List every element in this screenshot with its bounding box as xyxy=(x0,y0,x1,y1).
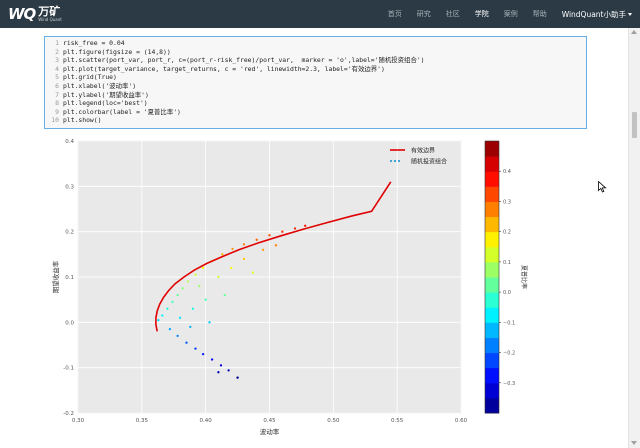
colorbar-segment xyxy=(485,337,499,354)
scatter-point xyxy=(204,298,207,301)
scrollbar-thumb[interactable] xyxy=(632,112,637,138)
vertical-scrollbar[interactable] xyxy=(628,28,640,448)
legend-point-swatch xyxy=(397,159,401,163)
scatter-point xyxy=(217,371,220,374)
colorbar-segment xyxy=(485,171,499,187)
colorbar-segment xyxy=(485,292,499,308)
colorbar-tick-label: −0.3 xyxy=(503,381,515,387)
colorbar-label: 夏普比率 xyxy=(520,265,528,289)
colorbar-tick-label: 0.2 xyxy=(503,230,511,236)
scatter-point xyxy=(194,347,197,350)
y-tick-label: -0.1 xyxy=(63,366,74,372)
legend-point-swatch xyxy=(393,159,397,163)
legend-point-swatch xyxy=(389,159,393,163)
y-tick-label: 0.1 xyxy=(65,275,74,281)
y-tick-label: -0.2 xyxy=(63,411,74,417)
colorbar-segment xyxy=(485,156,499,172)
colorbar-segment xyxy=(485,367,499,384)
colorbar-segment xyxy=(485,322,499,338)
scatter-point xyxy=(242,257,246,261)
scatter-point xyxy=(293,227,297,230)
colorbar-segment xyxy=(485,186,499,202)
colorbar-tick-label: −0.2 xyxy=(503,351,515,357)
y-tick-label: 0.0 xyxy=(65,320,74,326)
scatter-point xyxy=(186,280,189,283)
scatter-point xyxy=(171,300,174,304)
scatter-point xyxy=(274,244,278,247)
colorbar-segment xyxy=(485,277,499,293)
x-tick-label: 0.30 xyxy=(72,418,85,424)
colorbar-segment xyxy=(485,231,499,248)
scatter-point xyxy=(185,341,188,344)
colorbar-segment xyxy=(485,246,499,263)
scatter-point xyxy=(189,325,192,329)
scatter-point xyxy=(227,369,230,372)
colorbar-segment xyxy=(485,307,499,323)
scatter-point xyxy=(230,266,233,270)
x-tick-label: 0.60 xyxy=(455,418,468,424)
scatter-point xyxy=(181,287,184,290)
scatter-point xyxy=(168,327,172,331)
scatter-point xyxy=(231,247,234,251)
scatter-point xyxy=(304,224,307,227)
scatter-point xyxy=(191,307,195,310)
colorbar-tick-label: −0.1 xyxy=(503,320,515,326)
legend-label: 有效边界 xyxy=(411,146,435,154)
scatter-point xyxy=(219,364,223,367)
scatter-plot: 0.30 0.35 0.40 0.45 0.50 0.55 0.60 -0.2 -0.1 0.0 0… xyxy=(51,139,528,436)
scatter-point xyxy=(236,376,239,379)
x-tick-label: 0.50 xyxy=(327,418,340,424)
colorbar-segment xyxy=(485,141,499,157)
x-tick-label: 0.35 xyxy=(136,418,149,424)
colorbar-tick-label: 0.1 xyxy=(503,260,511,266)
colorbar-segment xyxy=(485,201,499,218)
x-tick-label: 0.55 xyxy=(391,418,404,424)
legend-label: 随机投资组合 xyxy=(411,157,447,165)
scatter-point xyxy=(166,307,169,310)
colorbar-tick-label: 0.3 xyxy=(503,199,511,205)
scatter-point xyxy=(176,334,179,338)
scatter-point xyxy=(221,253,224,256)
x-axis-label: 波动率 xyxy=(260,427,280,436)
scatter-point xyxy=(201,352,205,356)
scatter-point xyxy=(251,271,255,274)
colorbar-segment xyxy=(485,352,499,369)
scatter-point xyxy=(268,234,271,237)
x-tick-label: 0.40 xyxy=(200,418,213,424)
scatter-point xyxy=(178,316,182,319)
scatter-point xyxy=(210,358,214,361)
y-tick-label: 0.4 xyxy=(65,139,74,145)
colorbar-segment xyxy=(485,261,499,278)
x-tick-label: 0.45 xyxy=(263,418,276,424)
colorbar-segment xyxy=(485,397,499,414)
scatter-point xyxy=(281,230,284,233)
y-tick-label: 0.3 xyxy=(65,184,74,190)
scatter-point xyxy=(161,314,164,317)
colorbar-tick-label: 0.0 xyxy=(503,290,511,296)
scatter-point xyxy=(223,293,226,297)
scatter-point xyxy=(194,273,197,276)
scatter-point xyxy=(176,293,179,297)
y-axis-label: 期望收益率 xyxy=(51,260,60,293)
colorbar-segment xyxy=(485,216,499,233)
scatter-point xyxy=(157,318,160,322)
y-tick-label: 0.2 xyxy=(65,230,74,236)
scatter-point xyxy=(201,266,205,270)
scatter-point xyxy=(261,248,265,251)
colorbar-segment xyxy=(485,382,499,399)
scatter-point xyxy=(208,321,211,324)
scatter-point xyxy=(255,238,258,241)
scroll-up-arrow-icon[interactable] xyxy=(631,30,637,34)
scroll-down-arrow-icon[interactable] xyxy=(631,441,637,445)
scatter-point xyxy=(198,284,201,288)
scatter-point xyxy=(242,243,246,246)
scatter-point xyxy=(217,275,220,279)
colorbar-tick-label: 0.4 xyxy=(503,169,511,175)
mouse-cursor-icon xyxy=(598,181,607,193)
